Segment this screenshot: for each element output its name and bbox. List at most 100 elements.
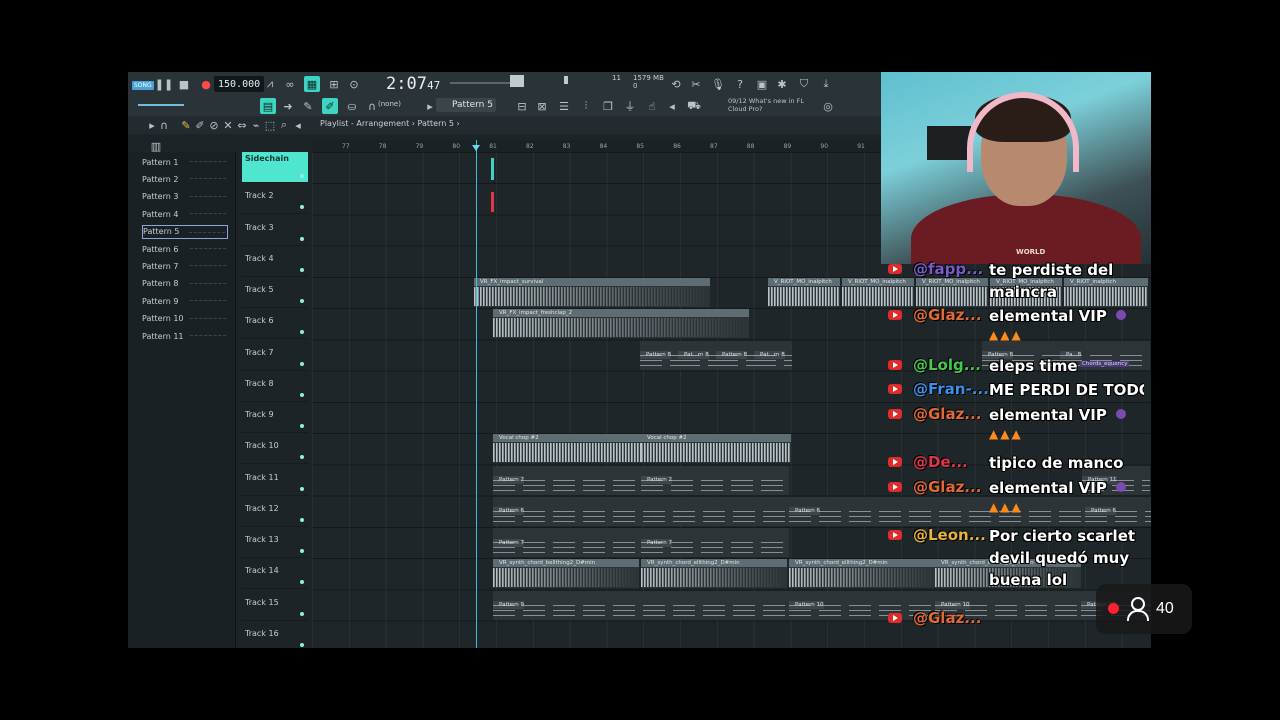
tempo-display[interactable]: 150.000 (214, 76, 265, 92)
pattern-item[interactable]: Pattern 5 (142, 224, 228, 239)
store-icon[interactable]: ⛉ (796, 76, 812, 92)
undo-icon[interactable]: ⟲ (668, 76, 684, 92)
track-header[interactable]: Track 14 (242, 558, 308, 590)
news-panel[interactable]: 09/12 What's new in FL Cloud Pro? (728, 97, 804, 113)
loop-icon[interactable]: ∞ (282, 76, 298, 92)
pattern-clip[interactable]: Pattern 2 (493, 465, 641, 495)
plugin-icon[interactable]: ✱ (774, 76, 790, 92)
audio-clip[interactable]: Vocal chop #2 (493, 434, 641, 464)
track-header[interactable]: Track 7 (242, 340, 308, 371)
pattern-clip[interactable]: Pattern 2 (641, 465, 789, 495)
audio-clip[interactable]: Vocal chop #2 (641, 434, 791, 464)
plug-icon[interactable]: ⏚ (622, 98, 638, 114)
audio-clip[interactable]: VR_synth_chord_bellthing2_D#min (493, 559, 639, 589)
track-enable-led[interactable] (300, 549, 304, 553)
stop-icon[interactable]: ■ (176, 76, 192, 92)
pattern-clip[interactable]: Pattern 8 (640, 340, 678, 370)
playlist-view-icon[interactable]: ▤ (260, 98, 276, 114)
save-icon[interactable]: ▣ (754, 76, 770, 92)
audio-clip[interactable]: VR_FX_impact_freshclap_2 (493, 309, 749, 339)
track-enable-led[interactable] (300, 486, 304, 491)
mixer-icon[interactable]: ⊟ (514, 98, 530, 114)
audio-clip[interactable]: VR_FX_impact_survival (474, 278, 710, 307)
track-header[interactable]: Track 12 (242, 496, 308, 527)
help-icon[interactable]: ? (732, 76, 748, 92)
channel-rack-icon[interactable]: ⊠ (534, 98, 550, 114)
track-enable-led[interactable] (300, 580, 304, 585)
automation-marker[interactable] (491, 192, 494, 212)
pattern-item[interactable]: Pattern 7 (142, 259, 228, 273)
touch-icon[interactable]: ☝ (644, 98, 660, 114)
refresh-icon[interactable]: ◎ (820, 98, 836, 114)
paint-tool-icon[interactable]: ✐ (322, 98, 338, 114)
track-header[interactable]: Track 15 (242, 590, 308, 621)
cart-icon[interactable]: ⛟ (686, 98, 702, 114)
pattern-item[interactable]: Pattern 6 (142, 242, 228, 256)
track-enable-led[interactable] (300, 455, 304, 460)
audio-clip[interactable]: VR_synth_chord_ellthing2_D#min (641, 559, 787, 589)
picker-menu-icon[interactable]: ▥ (148, 138, 164, 154)
blend-notes-icon[interactable]: ⊞ (326, 76, 342, 92)
track-header[interactable]: Track 16 (242, 621, 308, 648)
pattern-item[interactable]: Pattern 9 (142, 294, 228, 308)
track-enable-led[interactable] (300, 330, 304, 335)
track-enable-led[interactable] (300, 517, 304, 522)
pattern-clip[interactable]: Pattern 8 (716, 340, 754, 370)
track-header[interactable]: Track 6 (242, 308, 308, 340)
piano-roll-icon[interactable]: ☰ (556, 98, 572, 114)
playback-icon[interactable]: ◂ (290, 117, 306, 133)
pattern-item[interactable]: Pattern 3 (142, 190, 228, 204)
snap-selector[interactable]: (none) (378, 100, 401, 108)
countdown-icon[interactable]: ⊙ (346, 76, 362, 92)
download-icon[interactable]: ⤓ (818, 76, 834, 92)
track-header[interactable]: Sidechain (242, 152, 308, 183)
pattern-clip[interactable]: Pat...rn 8 (678, 340, 716, 370)
record-icon[interactable]: ● (198, 76, 214, 92)
track-enable-led[interactable] (300, 642, 304, 647)
master-volume-slider[interactable] (138, 104, 184, 106)
metronome-icon[interactable]: ⩘ (262, 76, 278, 92)
pattern-item[interactable]: Pattern 10 (142, 312, 228, 326)
pattern-item[interactable]: Pattern 8 (142, 277, 228, 291)
audio-clip[interactable]: V_RIOT_MO_inalpitch (768, 278, 840, 307)
pattern-item[interactable]: Pattern 1 (142, 155, 228, 169)
volume-knob[interactable] (564, 76, 568, 84)
pattern-clip[interactable]: Pattern 6 (493, 496, 789, 526)
automation-marker[interactable] (491, 158, 494, 180)
master-pitch-slider[interactable] (450, 82, 510, 84)
track-enable-led[interactable] (300, 299, 304, 303)
track-enable-led[interactable] (300, 267, 304, 272)
track-enable-led[interactable] (300, 361, 304, 366)
track-header[interactable]: Track 11 (242, 465, 308, 496)
pattern-clip[interactable]: Pattern 7 (493, 528, 641, 557)
microphone-icon[interactable]: 🎙 (710, 76, 726, 92)
song-mode-badge[interactable]: SONG (132, 81, 154, 90)
track-header[interactable]: Track 8 (242, 371, 308, 402)
track-header[interactable]: Track 3 (242, 215, 308, 246)
magnet-snap-icon[interactable]: ∩ (156, 117, 172, 133)
track-header[interactable]: Track 10 (242, 433, 308, 465)
track-header[interactable]: Track 13 (242, 527, 308, 558)
pencil-tool-icon[interactable]: ✎ (300, 98, 316, 114)
track-header[interactable]: Track 9 (242, 402, 308, 433)
track-enable-led[interactable] (300, 611, 304, 616)
playhead[interactable] (476, 140, 477, 648)
track-enable-led[interactable] (300, 424, 304, 428)
pattern-clip[interactable]: Pattern 7 (641, 528, 789, 557)
step-edit-icon[interactable]: ▦ (304, 76, 320, 92)
browser-icon[interactable]: ❐ (600, 98, 616, 114)
track-header[interactable]: Track 5 (242, 277, 308, 308)
track-enable-led[interactable] (300, 392, 304, 397)
pause-icon[interactable]: ❚❚ (155, 76, 173, 92)
pattern-item[interactable]: Pattern 2 (142, 172, 228, 186)
speaker-icon[interactable]: ◂ (664, 98, 680, 114)
pattern-clip[interactable]: Pat...rn 8 (754, 340, 792, 370)
cut-icon[interactable]: ✂ (688, 76, 704, 92)
track-header[interactable]: Track 2 (242, 183, 308, 215)
pattern-clip[interactable]: Pattern 9 (493, 590, 789, 620)
playhead-marker[interactable] (472, 145, 480, 151)
track-enable-led[interactable] (300, 205, 304, 210)
track-enable-led[interactable] (300, 236, 304, 241)
stamp-icon[interactable]: ⛀ (344, 98, 360, 114)
track-enable-led[interactable] (300, 174, 304, 178)
